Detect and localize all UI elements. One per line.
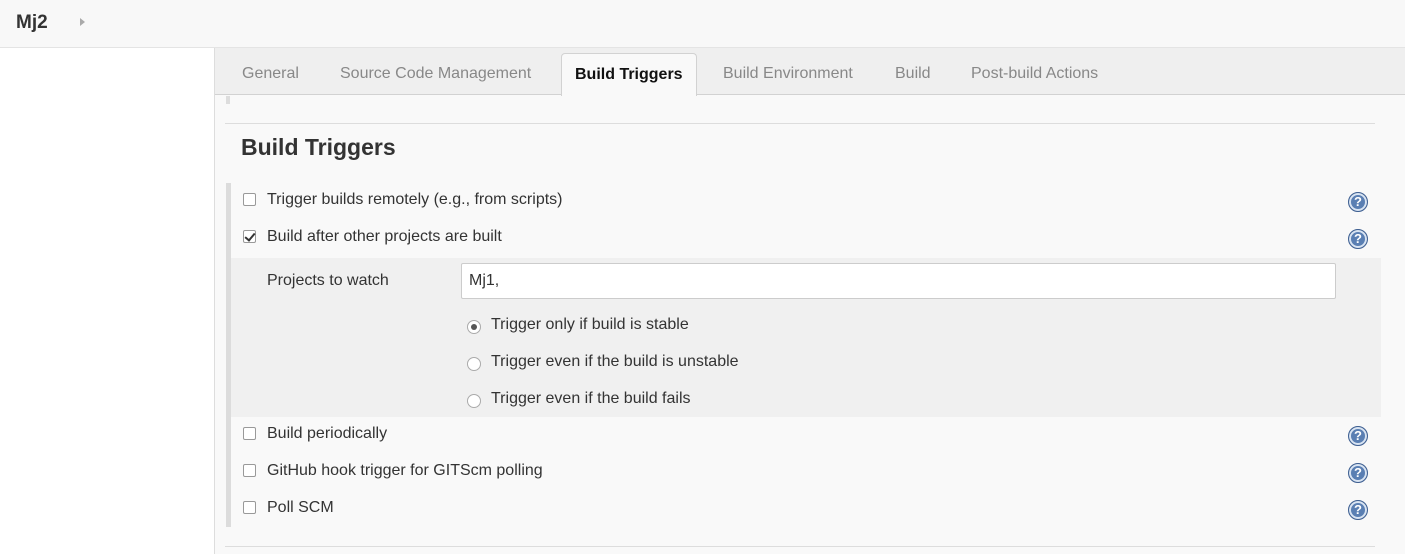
trigger-remote-label[interactable]: Trigger builds remotely (e.g., from scri…: [267, 191, 562, 209]
breadcrumb-job-name[interactable]: Mj2: [16, 12, 48, 34]
build-periodically-label[interactable]: Build periodically: [267, 425, 387, 443]
help-icon[interactable]: ?: [1348, 192, 1368, 212]
projects-to-watch-input[interactable]: [461, 263, 1336, 299]
tab-source-code-management[interactable]: Source Code Management: [340, 65, 531, 83]
poll-scm-label[interactable]: Poll SCM: [267, 499, 334, 517]
option-stable-label[interactable]: Trigger only if build is stable: [491, 316, 689, 334]
breadcrumb-bar: Mj2: [0, 0, 1405, 48]
trigger-remote-checkbox[interactable]: [243, 193, 256, 206]
tab-build-triggers[interactable]: Build Triggers: [561, 53, 697, 96]
help-icon[interactable]: ?: [1348, 500, 1368, 520]
option-fails-label[interactable]: Trigger even if the build fails: [491, 390, 691, 408]
section-divider-bottom: [225, 546, 1375, 547]
help-icon[interactable]: ?: [1348, 229, 1368, 249]
github-hook-label[interactable]: GitHub hook trigger for GITScm polling: [267, 462, 543, 480]
help-icon[interactable]: ?: [1348, 426, 1368, 446]
option-unstable-label[interactable]: Trigger even if the build is unstable: [491, 353, 739, 371]
github-hook-checkbox[interactable]: [243, 464, 256, 477]
option-unstable-radio[interactable]: [467, 357, 481, 371]
config-tab-bar: General Source Code Management Build Tri…: [215, 48, 1405, 96]
section-divider: [225, 123, 1375, 124]
tab-build-environment[interactable]: Build Environment: [723, 65, 853, 83]
projects-to-watch-label: Projects to watch: [267, 272, 389, 289]
build-after-other-label[interactable]: Build after other projects are built: [267, 228, 502, 246]
build-periodically-checkbox[interactable]: [243, 427, 256, 440]
option-fails-radio[interactable]: [467, 394, 481, 408]
tab-build[interactable]: Build: [895, 65, 931, 83]
section-marker: [226, 96, 230, 104]
breadcrumb-arrow-icon[interactable]: [80, 18, 85, 26]
tab-general[interactable]: General: [242, 65, 299, 83]
build-after-other-checkbox[interactable]: [243, 230, 256, 243]
job-config-panel: General Source Code Management Build Tri…: [214, 48, 1405, 554]
tab-post-build-actions[interactable]: Post-build Actions: [971, 65, 1098, 83]
help-icon[interactable]: ?: [1348, 463, 1368, 483]
section-title: Build Triggers: [241, 134, 396, 160]
poll-scm-checkbox[interactable]: [243, 501, 256, 514]
option-stable-radio[interactable]: [467, 320, 481, 334]
